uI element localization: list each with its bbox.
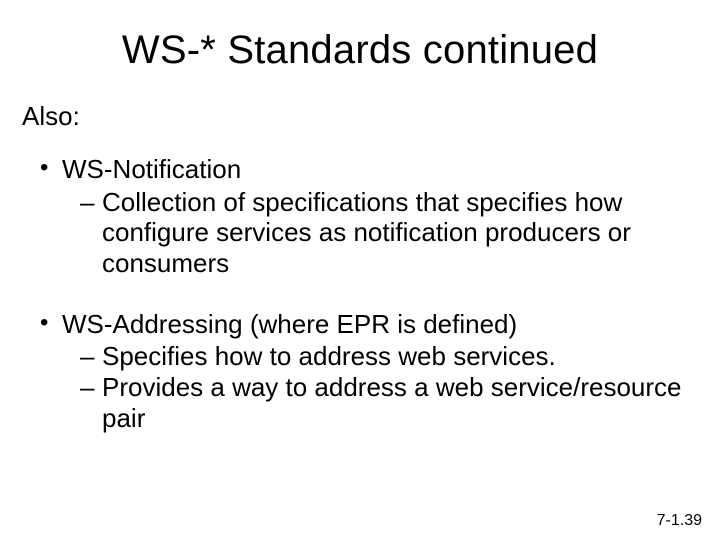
list-item: WS-Addressing (where EPR is defined) Spe… [40,309,698,434]
list-item: Specifies how to address web services. [80,341,698,372]
sub-bullet-text: Provides a way to address a web service/… [102,372,682,433]
list-item: Provides a way to address a web service/… [80,372,698,433]
slide-number: 7-1.39 [657,512,702,530]
list-item: Collection of specifications that specif… [80,187,698,279]
sub-bullet-text: Specifies how to address web services. [102,341,556,371]
bullet-list: WS-Notification Collection of specificat… [22,154,698,433]
list-item: WS-Notification Collection of specificat… [40,154,698,279]
sub-list: Collection of specifications that specif… [62,187,698,279]
bullet-label: WS-Addressing (where EPR is defined) [62,309,517,339]
bullet-label: WS-Notification [62,154,241,184]
slide-title: WS-* Standards continued [22,28,698,73]
slide: WS-* Standards continued Also: WS-Notifi… [0,0,720,540]
intro-label: Also: [22,101,698,132]
sub-bullet-text: Collection of specifications that specif… [102,187,631,278]
sub-list: Specifies how to address web services. P… [62,341,698,433]
